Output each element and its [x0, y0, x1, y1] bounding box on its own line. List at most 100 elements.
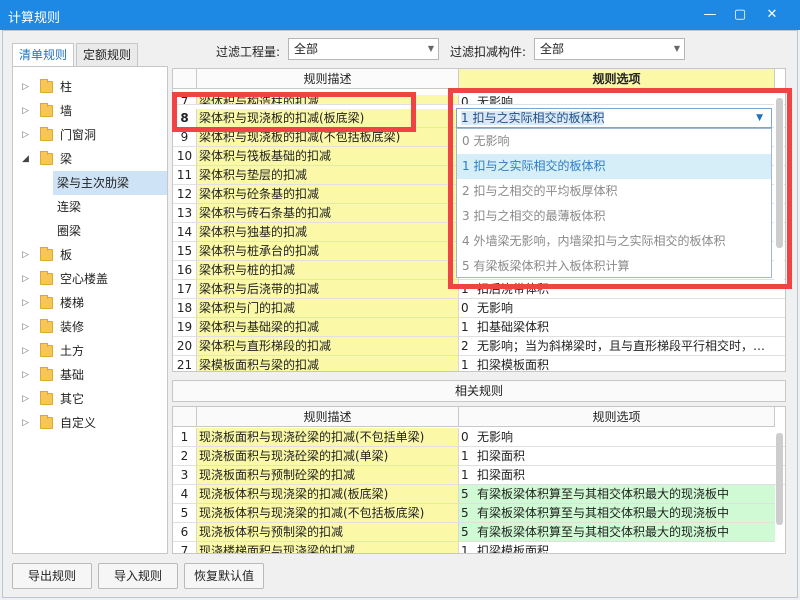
- restore-defaults-button[interactable]: 恢复默认值: [184, 563, 264, 589]
- expand-arrow-icon[interactable]: ▷: [22, 411, 29, 435]
- option-number: 5: [461, 506, 469, 520]
- row-number: 6: [173, 523, 197, 542]
- expand-arrow-icon[interactable]: ▷: [22, 75, 29, 99]
- filter-project-select[interactable]: 全部 ▼: [288, 38, 439, 60]
- folder-icon: [40, 391, 53, 405]
- highlight-box-dropdown: [448, 88, 792, 289]
- table-row[interactable]: 7 现浇楼梯面积与现浇梁的扣减 1 扣梁模板面积: [173, 542, 785, 554]
- tree-item-label: 基础: [60, 368, 85, 382]
- category-tree: ▷ 柱 ▷ 墙 ▷ 门窗洞 ◢ 梁 梁与主次肋梁 连梁 圈梁 ▷ 板 ▷ 空心楼盖 ▷ 楼梯 …: [12, 66, 168, 554]
- option-text: 无影响；当为斜梯梁时，且与直形梯段平行相交时，…: [477, 339, 766, 353]
- expand-arrow-icon[interactable]: ▷: [22, 315, 29, 339]
- tree-item-label: 楼梯: [60, 296, 85, 310]
- expand-arrow-icon[interactable]: ▷: [22, 291, 29, 315]
- row-option[interactable]: 5 有梁板梁体积算至与其相交体积最大的现浇板中: [459, 504, 775, 523]
- row-option[interactable]: 5 有梁板梁体积算至与其相交体积最大的现浇板中: [459, 523, 775, 542]
- row-description: 梁体积与垫层的扣减: [197, 166, 459, 185]
- tree-item-stairs[interactable]: ▷ 楼梯: [13, 291, 167, 315]
- header-description: 规则描述: [197, 407, 459, 427]
- tree-item-label: 板: [60, 248, 73, 262]
- table-row[interactable]: 20 梁体积与直形梯段的扣减 2 无影响；当为斜梯梁时，且与直形梯段平行相交时，…: [173, 337, 785, 356]
- option-number: 2: [461, 339, 469, 353]
- row-option[interactable]: 0 无影响: [459, 299, 785, 318]
- expand-arrow-icon[interactable]: ▷: [22, 339, 29, 363]
- close-icon[interactable]: ✕: [759, 3, 785, 27]
- tree-item-decoration[interactable]: ▷ 装修: [13, 315, 167, 339]
- table-row[interactable]: 6 现浇板体积与预制梁的扣减 5 有梁板梁体积算至与其相交体积最大的现浇板中: [173, 523, 785, 542]
- row-description: 梁模板面积与梁的扣减: [197, 356, 459, 371]
- expand-arrow-icon[interactable]: ▷: [22, 387, 29, 411]
- table-row[interactable]: 21 梁模板面积与梁的扣减 1 扣梁模板面积: [173, 356, 785, 371]
- row-number: 5: [173, 504, 197, 523]
- row-option[interactable]: 1 扣基础梁体积: [459, 318, 785, 337]
- select-value: 全部: [540, 42, 565, 56]
- tree-item-column[interactable]: ▷ 柱: [13, 75, 167, 99]
- tree-item-slab[interactable]: ▷ 板: [13, 243, 167, 267]
- tree-item-beam[interactable]: ◢ 梁: [13, 147, 167, 171]
- folder-icon: [40, 127, 53, 141]
- tree-item-label: 自定义: [60, 416, 97, 430]
- tree-item-earthwork[interactable]: ▷ 土方: [13, 339, 167, 363]
- row-number: 1: [173, 428, 197, 447]
- tree-item-ring-beam[interactable]: 圈梁: [53, 219, 167, 243]
- collapse-arrow-icon[interactable]: ◢: [22, 147, 29, 171]
- option-text: 有梁板梁体积算至与其相交体积最大的现浇板中: [477, 525, 730, 539]
- maximize-icon[interactable]: ▢: [727, 3, 753, 27]
- header-corner: [173, 69, 197, 89]
- tree-item-hollow-floor[interactable]: ▷ 空心楼盖: [13, 267, 167, 291]
- minimize-icon[interactable]: —: [697, 3, 723, 27]
- tab-label: 清单规则: [19, 48, 68, 62]
- row-description: 梁体积与基础梁的扣减: [197, 318, 459, 337]
- chevron-down-icon: ▼: [427, 44, 434, 53]
- row-option[interactable]: 2 无影响；当为斜梯梁时，且与直形梯段平行相交时，…: [459, 337, 785, 356]
- expand-arrow-icon[interactable]: ▷: [22, 363, 29, 387]
- row-description: 梁体积与筏板基础的扣减: [197, 147, 459, 166]
- expand-arrow-icon[interactable]: ▷: [22, 123, 29, 147]
- expand-arrow-icon[interactable]: ▷: [22, 99, 29, 123]
- tree-item-other[interactable]: ▷ 其它: [13, 387, 167, 411]
- row-number: 10: [173, 147, 197, 166]
- row-option[interactable]: 1 扣梁面积: [459, 466, 785, 485]
- option-number: 1: [461, 544, 469, 554]
- table-row[interactable]: 3 现浇板面积与预制砼梁的扣减 1 扣梁面积: [173, 466, 785, 485]
- tab-quota-rules[interactable]: 定额规则: [76, 43, 138, 67]
- table-row[interactable]: 18 梁体积与门的扣减 0 无影响: [173, 299, 785, 318]
- scrollbar-thumb[interactable]: [776, 433, 783, 525]
- table-row[interactable]: 5 现浇板体积与现浇梁的扣减(不包括板底梁) 5 有梁板梁体积算至与其相交体积最大的现…: [173, 504, 785, 523]
- option-number: 0: [461, 301, 469, 315]
- import-rules-button[interactable]: 导入规则: [98, 563, 178, 589]
- related-table-scrollbar[interactable]: [775, 427, 785, 553]
- tree-item-coupling-beam[interactable]: 连梁: [53, 195, 167, 219]
- table-row[interactable]: 2 现浇板面积与现浇砼梁的扣减(单梁) 1 扣梁面积: [173, 447, 785, 466]
- export-rules-button[interactable]: 导出规则: [12, 563, 92, 589]
- tree-item-beam-ribs[interactable]: 梁与主次肋梁: [53, 171, 167, 195]
- tree-item-foundation[interactable]: ▷ 基础: [13, 363, 167, 387]
- table-row[interactable]: 4 现浇板体积与现浇梁的扣减(板底梁) 5 有梁板梁体积算至与其相交体积最大的现浇板中: [173, 485, 785, 504]
- filter-component-select[interactable]: 全部 ▼: [534, 38, 685, 60]
- filter-project-label: 过滤工程量:: [216, 45, 281, 59]
- tree-item-label: 连梁: [57, 200, 82, 214]
- expand-arrow-icon[interactable]: ▷: [22, 267, 29, 291]
- tree-item-door-window[interactable]: ▷ 门窗洞: [13, 123, 167, 147]
- expand-arrow-icon[interactable]: ▷: [22, 243, 29, 267]
- row-option[interactable]: 0 无影响: [459, 428, 785, 447]
- row-description: 梁体积与直形梯段的扣减: [197, 337, 459, 356]
- row-number: 18: [173, 299, 197, 318]
- tree-item-label: 圈梁: [57, 224, 82, 238]
- row-number: 3: [173, 466, 197, 485]
- tree-item-custom[interactable]: ▷ 自定义: [13, 411, 167, 435]
- filter-component-label: 过滤扣减构件:: [450, 45, 527, 59]
- option-number: 5: [461, 487, 469, 501]
- tab-label: 定额规则: [83, 48, 132, 62]
- tab-list-rules[interactable]: 清单规则: [12, 43, 74, 67]
- row-option[interactable]: 1 扣梁面积: [459, 447, 785, 466]
- table-row[interactable]: 1 现浇板面积与现浇砼梁的扣减(不包括单梁) 0 无影响: [173, 428, 785, 447]
- row-option[interactable]: 1 扣梁模板面积: [459, 356, 785, 371]
- row-option[interactable]: 5 有梁板梁体积算至与其相交体积最大的现浇板中: [459, 485, 775, 504]
- table-row[interactable]: 19 梁体积与基础梁的扣减 1 扣基础梁体积: [173, 318, 785, 337]
- row-description: 梁体积与门的扣减: [197, 299, 459, 318]
- tree-item-wall[interactable]: ▷ 墙: [13, 99, 167, 123]
- row-number: 11: [173, 166, 197, 185]
- row-description: 梁体积与桩承台的扣减: [197, 242, 459, 261]
- row-option[interactable]: 1 扣梁模板面积: [459, 542, 785, 554]
